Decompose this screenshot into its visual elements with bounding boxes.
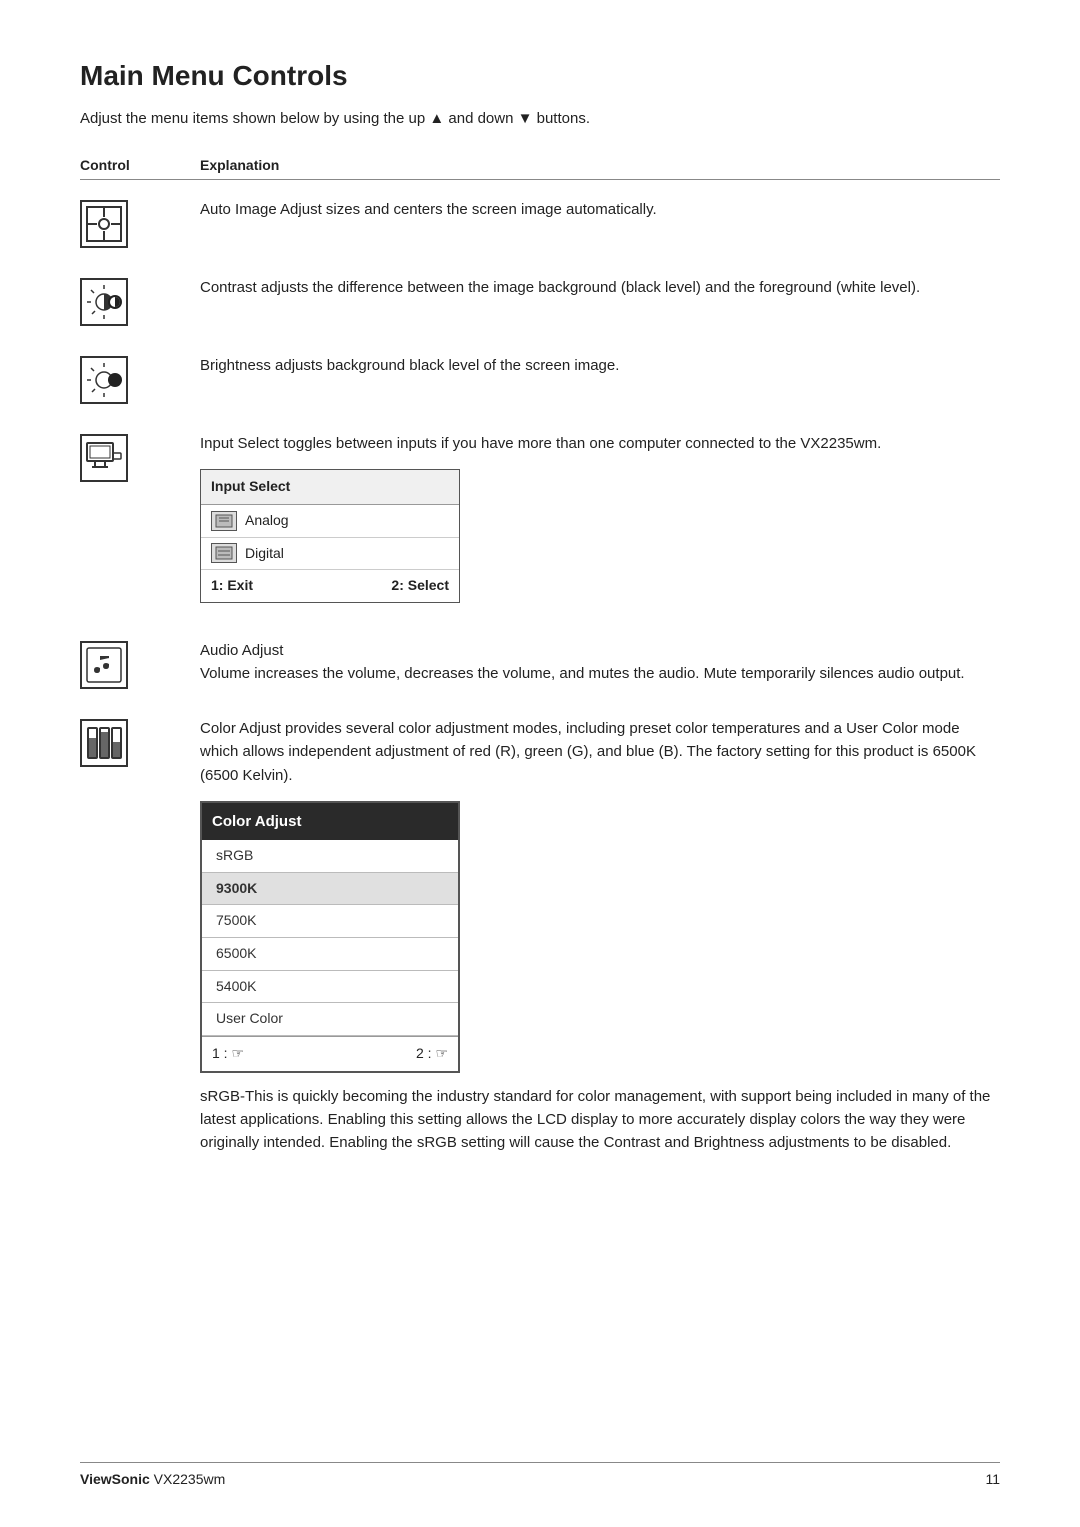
- input-select-digital: Digital: [201, 538, 459, 571]
- input-select-icon: [80, 432, 200, 482]
- brightness-icon: [80, 354, 200, 404]
- srgb-note: sRGB-This is quickly becoming the indust…: [200, 1085, 1000, 1155]
- color-item-9300k: 9300K: [202, 873, 458, 906]
- color-adjust-menu-footer: 1 : ☞ 2 : ☞: [202, 1036, 458, 1071]
- digital-icon: [211, 543, 237, 563]
- contrast-svg: [85, 283, 123, 321]
- input-select-menu-footer: 1: Exit 2: Select: [201, 570, 459, 602]
- color-footer-left: 1 : ☞: [212, 1043, 244, 1065]
- color-adjust-desc: Color Adjust provides several color adju…: [200, 717, 1000, 1155]
- input-select-menu-title: Input Select: [201, 470, 459, 505]
- audio-adjust-icon: [80, 639, 200, 689]
- table-header: Control Explanation: [80, 157, 1000, 180]
- col-control-header: Control: [80, 157, 200, 173]
- brand-model: VX2235wm: [154, 1471, 226, 1487]
- color-item-5400k: 5400K: [202, 971, 458, 1004]
- intro-text: Adjust the menu items shown below by usi…: [80, 110, 1000, 127]
- table-row: Audio Adjust Volume increases the volume…: [80, 621, 1000, 699]
- brightness-svg: [85, 361, 123, 399]
- color-item-user-color: User Color: [202, 1003, 458, 1036]
- footer-select: 2: Select: [391, 575, 449, 597]
- contrast-desc: Contrast adjusts the difference between …: [200, 276, 1000, 299]
- analog-icon: [211, 511, 237, 531]
- auto-adjust-svg: [85, 205, 123, 243]
- brand-name: ViewSonic: [80, 1471, 150, 1487]
- color-adjust-menu-title: Color Adjust: [202, 803, 458, 840]
- audio-adjust-desc: Audio Adjust Volume increases the volume…: [200, 639, 1000, 686]
- brightness-desc: Brightness adjusts background black leve…: [200, 354, 1000, 377]
- page-number: 11: [985, 1471, 1000, 1487]
- auto-image-adjust-icon: [80, 198, 200, 248]
- page-title: Main Menu Controls: [80, 60, 1000, 92]
- color-footer-right: 2 : ☞: [416, 1043, 448, 1065]
- footer-brand: ViewSonic VX2235wm: [80, 1471, 225, 1487]
- input-select-desc: Input Select toggles between inputs if y…: [200, 432, 1000, 611]
- input-select-svg: [85, 439, 123, 477]
- audio-adjust-title: Audio Adjust: [200, 639, 1000, 662]
- input-select-menu: Input Select Analog Digital 1: Exit 2: S…: [200, 469, 460, 603]
- color-adjust-icon: [80, 717, 200, 767]
- audio-svg: [85, 646, 123, 684]
- table-row: Brightness adjusts background black leve…: [80, 336, 1000, 414]
- table-row: Input Select toggles between inputs if y…: [80, 414, 1000, 621]
- color-item-7500k: 7500K: [202, 905, 458, 938]
- color-adjust-svg: [85, 724, 123, 762]
- color-item-srgb: sRGB: [202, 840, 458, 873]
- input-select-analog: Analog: [201, 505, 459, 538]
- table-row: Contrast adjusts the difference between …: [80, 258, 1000, 336]
- contrast-icon: [80, 276, 200, 326]
- table-row: Auto Image Adjust sizes and centers the …: [80, 180, 1000, 258]
- footer: ViewSonic VX2235wm 11: [80, 1462, 1000, 1487]
- color-item-6500k: 6500K: [202, 938, 458, 971]
- col-explanation-header: Explanation: [200, 157, 279, 173]
- auto-image-adjust-desc: Auto Image Adjust sizes and centers the …: [200, 198, 1000, 221]
- footer-exit: 1: Exit: [211, 575, 253, 597]
- table-row: Color Adjust provides several color adju…: [80, 699, 1000, 1165]
- color-adjust-menu: Color Adjust sRGB 9300K 7500K 6500K 5400…: [200, 801, 460, 1073]
